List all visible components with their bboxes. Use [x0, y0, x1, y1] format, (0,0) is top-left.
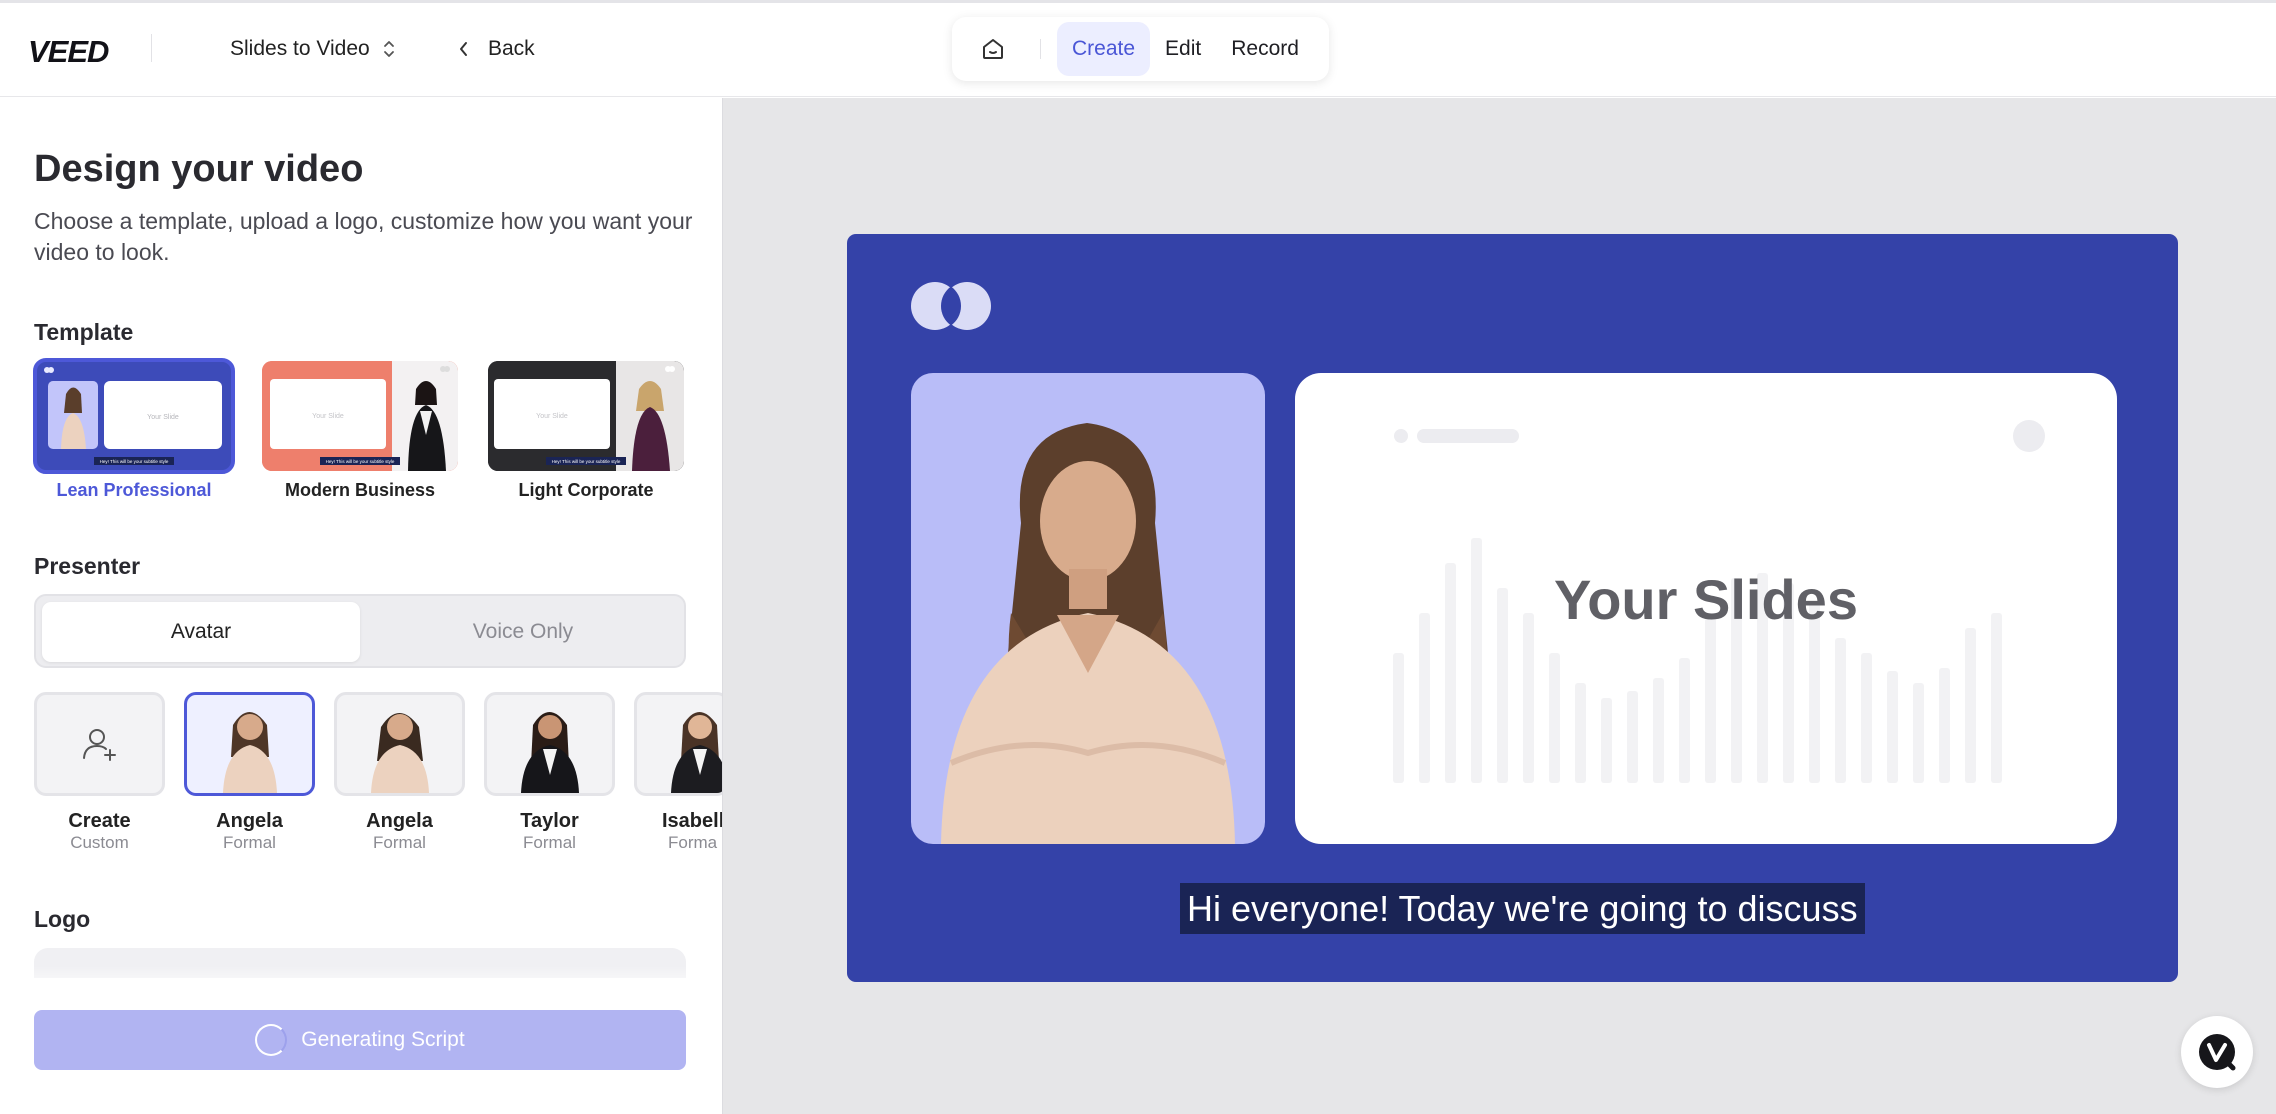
chevron-left-icon — [460, 42, 467, 56]
avatar-name: Taylor — [520, 810, 579, 832]
template-modern-business[interactable]: Your Slide Hey! This will be your subtit… — [262, 361, 458, 471]
avatar-type: Formal — [373, 833, 426, 852]
home-button[interactable] — [960, 25, 1026, 73]
caption-subtitle: Hi everyone! Today we're going to discus… — [1180, 883, 1865, 934]
waveform-bar — [1627, 691, 1638, 783]
avatar-taylor-portrait — [521, 712, 579, 793]
presenter-heading: Presenter — [34, 553, 141, 579]
brand-mark-icon — [911, 282, 991, 330]
mode-switcher: Create Edit Record — [952, 17, 1329, 81]
video-preview-canvas[interactable]: Your Slides Hi everyone! Today we're goi… — [847, 234, 2178, 982]
panel-subtitle: Choose a template, upload a logo, custom… — [34, 208, 693, 265]
help-chat-button[interactable] — [2181, 1016, 2253, 1088]
panel-title: Design your video — [34, 148, 364, 190]
avatar-isabell-portrait — [671, 712, 726, 793]
template-slide-text: Your Slide — [147, 414, 179, 421]
tab-create[interactable]: Create — [1057, 22, 1151, 76]
waveform-bar — [1835, 638, 1846, 783]
top-bar: VEED Slides to Video Back Create Edit Re… — [0, 0, 2276, 97]
avatar-angela-1[interactable] — [184, 692, 315, 796]
back-button[interactable]: Back — [458, 33, 535, 65]
template-lean-professional[interactable]: Your Slide Hey! This will be your subtit… — [33, 358, 235, 474]
generate-button-label: Generating Script — [301, 1028, 465, 1051]
avatar-name: Angela — [366, 810, 433, 832]
waveform-bar — [1523, 613, 1534, 783]
avatar-name: Isabell — [662, 810, 725, 832]
waveform-bar — [1965, 628, 1976, 783]
template-subtitle-sample: Hey! This will be your subtitle style — [326, 459, 395, 464]
tab-record[interactable]: Record — [1216, 22, 1314, 76]
design-panel: Design your video Choose a template, upl… — [0, 98, 729, 1114]
waveform-bar — [1393, 653, 1404, 783]
template-light-corporate[interactable]: Your Slide Hey! This will be your subtit… — [488, 361, 684, 471]
home-icon — [983, 39, 1003, 59]
scroll-fade — [0, 966, 722, 996]
template-slide-text: Your Slide — [312, 413, 344, 420]
template-slide-text: Your Slide — [536, 413, 568, 420]
template-light-corporate-thumbnail: Your Slide Hey! This will be your subtit… — [488, 361, 684, 471]
avatar-name: Angela — [216, 810, 283, 832]
slide-placeholder: Your Slides — [1295, 373, 2117, 844]
waveform-bar — [1939, 668, 1950, 783]
waveform-bar — [1419, 613, 1430, 783]
template-lean-professional-label: Lean Professional — [56, 480, 212, 500]
avatar-create-custom[interactable] — [34, 692, 165, 796]
template-lean-professional-thumbnail: Your Slide Hey! This will be your subtit… — [36, 361, 232, 471]
template-light-corporate-label: Light Corporate — [518, 480, 654, 500]
template-heading: Template — [34, 319, 134, 345]
avatar-taylor[interactable] — [484, 692, 615, 796]
avatar-type: Formal — [523, 833, 576, 852]
avatar-angela-2[interactable] — [334, 692, 465, 796]
avatar-isabell[interactable] — [634, 692, 729, 796]
waveform-bar — [1913, 683, 1924, 783]
waveform-bar — [1575, 683, 1586, 783]
loading-spinner-icon — [255, 1024, 288, 1056]
avatar-angela-2-portrait — [371, 713, 429, 793]
avatar-type: Forma — [668, 833, 718, 852]
avatar-name: Create — [68, 810, 131, 832]
waveform-bar — [1549, 653, 1560, 783]
back-label: Back — [488, 37, 535, 60]
logo-heading: Logo — [34, 906, 91, 932]
project-switcher[interactable]: Slides to Video — [230, 33, 396, 65]
waveform-bar — [1601, 698, 1612, 783]
waveform-bar — [1653, 678, 1664, 783]
project-name: Slides to Video — [230, 37, 370, 60]
template-subtitle-sample: Hey! This will be your subtitle style — [100, 459, 169, 464]
waveform-bar — [1861, 653, 1872, 783]
generate-script-button[interactable]: Generating Script — [34, 1010, 686, 1070]
divider — [151, 34, 152, 62]
presenter-video — [911, 373, 1265, 844]
waveform-bar — [1887, 671, 1898, 783]
avatar-angela-1-portrait — [223, 712, 277, 793]
tab-edit[interactable]: Edit — [1150, 22, 1216, 76]
slide-title: Your Slides — [1554, 568, 1858, 631]
presenter-portrait — [941, 423, 1235, 844]
mode-divider — [1040, 39, 1041, 59]
template-modern-business-thumbnail: Your Slide Hey! This will be your subtit… — [262, 361, 458, 471]
waveform-bar — [1705, 618, 1716, 783]
chevron-up-down-icon — [383, 41, 394, 57]
waveform-bar — [1679, 658, 1690, 783]
add-user-icon — [82, 729, 116, 761]
presenter-mode-avatar[interactable]: Avatar — [42, 602, 360, 662]
veed-chat-icon — [2199, 1034, 2236, 1071]
template-subtitle-sample: Hey! This will be your subtitle style — [552, 459, 621, 464]
avatar-type: Custom — [70, 833, 129, 852]
brand-logo[interactable]: VEED — [28, 34, 109, 70]
presenter-mode-voice-only[interactable]: Voice Only — [364, 602, 682, 662]
waveform-bar — [1991, 613, 2002, 783]
presenter-mode-toggle: Avatar Voice Only — [34, 594, 686, 668]
avatar-type: Formal — [223, 833, 276, 852]
top-progress-line — [0, 0, 2276, 3]
template-modern-business-label: Modern Business — [284, 480, 436, 500]
